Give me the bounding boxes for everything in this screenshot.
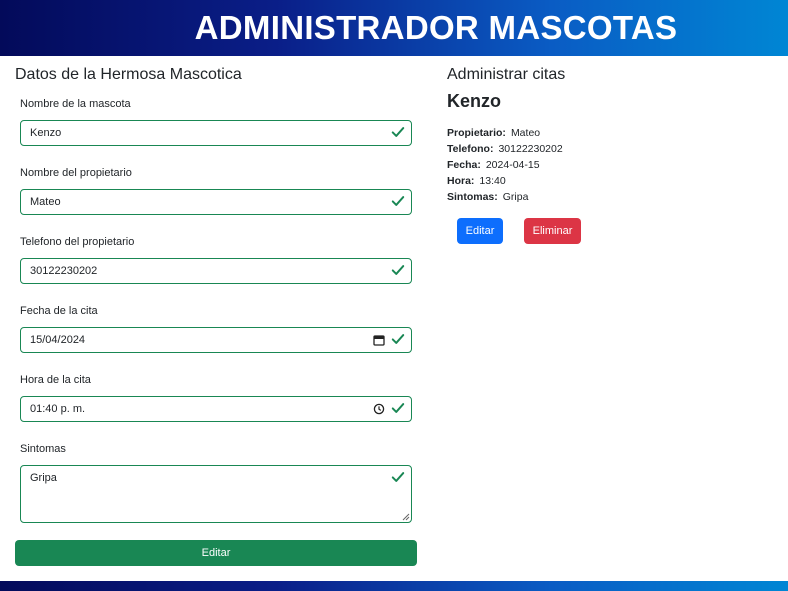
owner-phone-label: Telefono del propietario [20,236,135,248]
app-header: ADMINISTRADOR MASCOTAS [0,0,788,56]
time-value: 13:40 [479,175,506,187]
symptoms-textarea[interactable]: Gripa [20,465,412,523]
owner-phone-input[interactable]: 30122230202 [20,258,412,284]
appointment-time-input[interactable]: 01:40 p. m. [20,396,412,422]
symptoms-row-value: Gripa [502,191,529,203]
appointment-time-label: Hora de la cita [20,374,91,386]
owner-phone-value: 30122230202 [30,265,98,277]
symptoms-row-label: Sintomas: [447,191,498,203]
app-title: ADMINISTRADOR MASCOTAS [194,9,678,46]
appointment-date-label: Fecha de la cita [20,305,98,317]
pet-name-value: Kenzo [30,127,62,139]
appointment-time-field: Hora de la cita 01:40 p. m. [20,373,412,422]
calendar-icon[interactable] [373,334,385,346]
appointment-details: Propietario: Mateo Telefono: 30122230202 F… [447,125,767,205]
owner-name-input[interactable]: Mateo [20,189,412,215]
appointment-phone-row: Telefono: 30122230202 [447,141,767,157]
pet-name-input[interactable]: Kenzo [20,120,412,146]
appointment-symptoms-row: Sintomas: Gripa [447,189,767,205]
time-label: Hora: [447,175,475,187]
appointments-title: Administrar citas [447,66,566,83]
appointment-owner-row: Propietario: Mateo [447,125,767,141]
resize-handle-icon[interactable] [402,513,410,521]
form-title: Datos de la Hermosa Mascotica [15,66,242,83]
appointment-date-field: Fecha de la cita 15/04/2024 [20,304,412,353]
pet-name-label: Nombre de la mascota [20,98,131,110]
owner-label: Propietario: [447,127,506,139]
phone-value: 30122230202 [498,143,563,155]
date-value: 2024-04-15 [485,159,540,171]
appointment-date-row: Fecha: 2024-04-15 [447,157,767,173]
valid-check-icon [391,196,405,206]
valid-check-icon [391,403,405,413]
owner-name-value: Mateo [30,196,61,208]
delete-appointment-button[interactable]: Eliminar [524,218,581,244]
edit-appointment-button[interactable]: Editar [457,218,503,244]
owner-phone-field: Telefono del propietario 30122230202 [20,235,412,284]
appointments-panel: Administrar citas Kenzo Propietario: Mate… [447,66,767,244]
valid-check-icon [391,265,405,275]
owner-value: Mateo [510,127,541,139]
phone-label: Telefono: [447,143,494,155]
valid-check-icon [391,472,405,482]
owner-name-field: Nombre del propietario Mateo [20,166,412,215]
app-footer [0,581,788,591]
appointment-card: Kenzo Propietario: Mateo Telefono: 3012223… [447,91,767,244]
appointment-date-value: 15/04/2024 [30,334,86,346]
clock-icon[interactable] [373,403,385,415]
symptoms-field: Sintomas Gripa [20,442,412,523]
symptoms-value: Gripa [30,472,57,484]
submit-edit-button[interactable]: Editar [15,540,417,566]
pet-name-field: Nombre de la mascota Kenzo [20,97,412,146]
appointment-time-row: Hora: 13:40 [447,173,767,189]
valid-check-icon [391,334,405,344]
valid-check-icon [391,127,405,137]
appointment-actions: Editar Eliminar [447,218,767,244]
appointment-date-input[interactable]: 15/04/2024 [20,327,412,353]
symptoms-label: Sintomas [20,443,66,455]
appointment-time-value: 01:40 p. m. [30,403,86,415]
appointment-pet-name: Kenzo [447,91,501,111]
pet-form: Datos de la Hermosa Mascotica Nombre de … [15,66,417,566]
owner-name-label: Nombre del propietario [20,167,132,179]
date-label: Fecha: [447,159,481,171]
